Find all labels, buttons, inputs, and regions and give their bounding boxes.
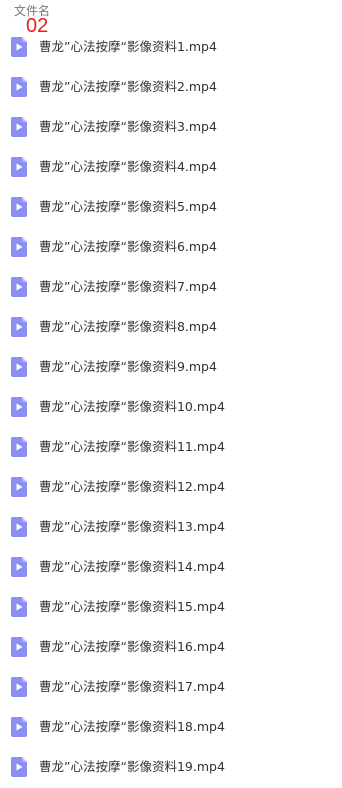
file-row[interactable]: 曹龙”心法按摩“影像资料1.mp4 (0, 27, 342, 67)
video-file-icon (11, 277, 27, 297)
file-name: 曹龙”心法按摩“影像资料2.mp4 (39, 79, 217, 94)
video-file-icon (11, 437, 27, 457)
video-file-icon (11, 557, 27, 577)
file-name: 曹龙”心法按摩“影像资料8.mp4 (39, 319, 217, 334)
video-file-icon (11, 717, 27, 737)
file-name: 曹龙”心法按摩“影像资料3.mp4 (39, 119, 217, 134)
file-row[interactable]: 曹龙”心法按摩“影像资料9.mp4 (0, 347, 342, 387)
file-row[interactable]: 曹龙”心法按摩“影像资料2.mp4 (0, 67, 342, 107)
file-row[interactable]: 曹龙”心法按摩“影像资料14.mp4 (0, 547, 342, 587)
file-name: 曹龙”心法按摩“影像资料17.mp4 (39, 679, 225, 694)
file-name: 曹龙”心法按摩“影像资料1.mp4 (39, 39, 217, 54)
file-row[interactable]: 曹龙”心法按摩“影像资料19.mp4 (0, 747, 342, 787)
file-name: 曹龙”心法按摩“影像资料12.mp4 (39, 479, 225, 494)
file-row[interactable]: 曹龙”心法按摩“影像资料15.mp4 (0, 587, 342, 627)
file-name: 曹龙”心法按摩“影像资料13.mp4 (39, 519, 225, 534)
file-row[interactable]: 曹龙”心法按摩“影像资料6.mp4 (0, 227, 342, 267)
file-row[interactable]: 曹龙”心法按摩“影像资料17.mp4 (0, 667, 342, 707)
file-name: 曹龙”心法按摩“影像资料16.mp4 (39, 639, 225, 654)
file-row[interactable]: 曹龙”心法按摩“影像资料5.mp4 (0, 187, 342, 227)
file-name: 曹龙”心法按摩“影像资料18.mp4 (39, 719, 225, 734)
file-name: 曹龙”心法按摩“影像资料11.mp4 (39, 439, 225, 454)
file-row[interactable]: 曹龙”心法按摩“影像资料10.mp4 (0, 387, 342, 427)
file-name: 曹龙”心法按摩“影像资料15.mp4 (39, 599, 225, 614)
file-name: 曹龙”心法按摩“影像资料7.mp4 (39, 279, 217, 294)
file-name: 曹龙”心法按摩“影像资料6.mp4 (39, 239, 217, 254)
file-row[interactable]: 曹龙”心法按摩“影像资料3.mp4 (0, 107, 342, 147)
video-file-icon (11, 477, 27, 497)
video-file-icon (11, 77, 27, 97)
file-row[interactable]: 曹龙”心法按摩“影像资料8.mp4 (0, 307, 342, 347)
file-name: 曹龙”心法按摩“影像资料19.mp4 (39, 759, 225, 774)
file-name: 曹龙”心法按摩“影像资料10.mp4 (39, 399, 225, 414)
video-file-icon (11, 37, 27, 57)
video-file-icon (11, 157, 27, 177)
video-file-icon (11, 117, 27, 137)
file-row[interactable]: 曹龙”心法按摩“影像资料7.mp4 (0, 267, 342, 307)
video-file-icon (11, 237, 27, 257)
video-file-icon (11, 517, 27, 537)
file-name: 曹龙”心法按摩“影像资料9.mp4 (39, 359, 217, 374)
video-file-icon (11, 197, 27, 217)
video-file-icon (11, 597, 27, 617)
file-name: 曹龙”心法按摩“影像资料5.mp4 (39, 199, 217, 214)
video-file-icon (11, 677, 27, 697)
video-file-icon (11, 397, 27, 417)
video-file-icon (11, 637, 27, 657)
file-list: 曹龙”心法按摩“影像资料1.mp4 曹龙”心法按摩“影像资料2.mp4 曹龙”心… (0, 27, 342, 787)
file-row[interactable]: 曹龙”心法按摩“影像资料11.mp4 (0, 427, 342, 467)
video-file-icon (11, 757, 27, 777)
video-file-icon (11, 317, 27, 337)
file-row[interactable]: 曹龙”心法按摩“影像资料13.mp4 (0, 507, 342, 547)
video-file-icon (11, 357, 27, 377)
file-name: 曹龙”心法按摩“影像资料14.mp4 (39, 559, 225, 574)
file-row[interactable]: 曹龙”心法按摩“影像资料18.mp4 (0, 707, 342, 747)
file-row[interactable]: 曹龙”心法按摩“影像资料4.mp4 (0, 147, 342, 187)
file-row[interactable]: 曹龙”心法按摩“影像资料16.mp4 (0, 627, 342, 667)
file-name: 曹龙”心法按摩“影像资料4.mp4 (39, 159, 217, 174)
file-row[interactable]: 曹龙”心法按摩“影像资料12.mp4 (0, 467, 342, 507)
